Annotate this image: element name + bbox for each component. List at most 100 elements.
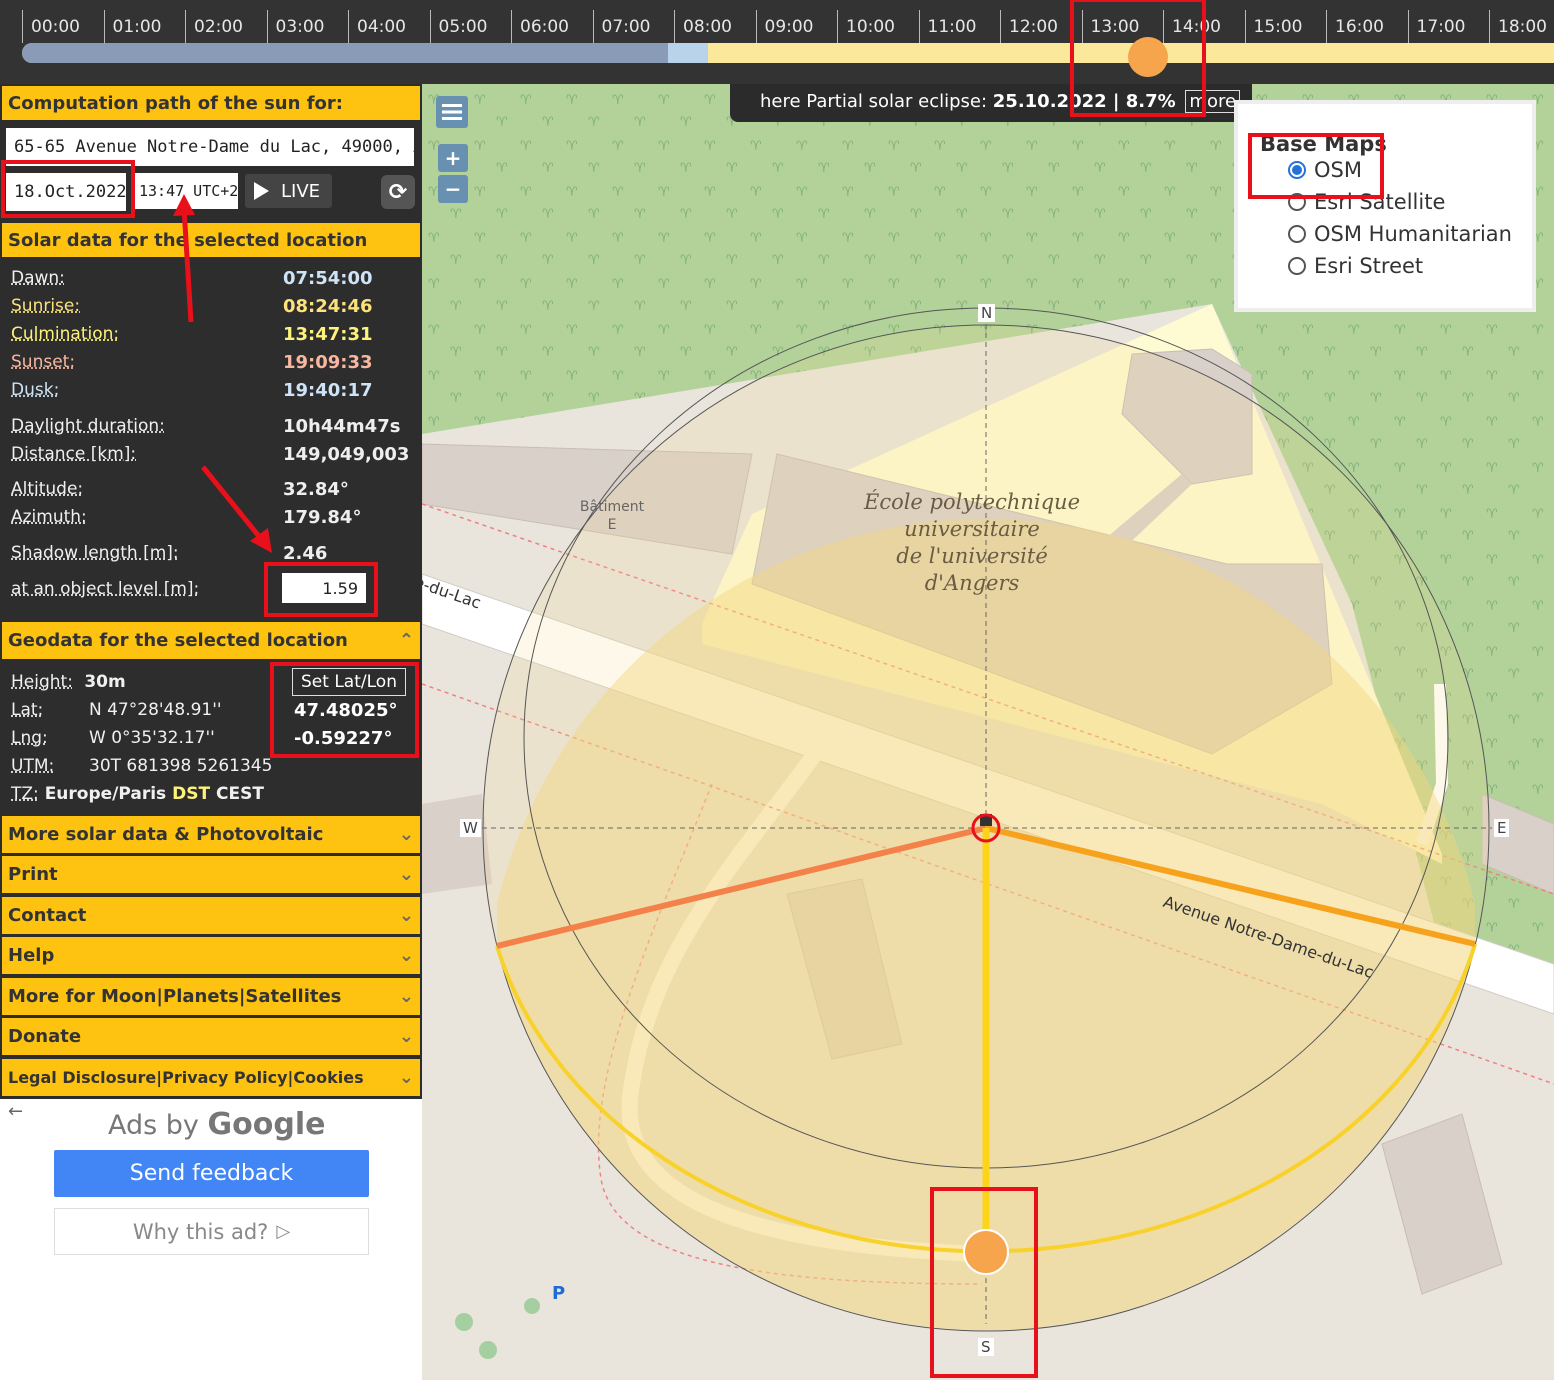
tz-zone: Europe/Paris <box>44 784 167 804</box>
refresh-button[interactable]: ⟳ <box>381 175 415 209</box>
highlight-box-basemaps <box>1248 133 1384 199</box>
chevron-up-icon[interactable]: ⌃ <box>399 631 414 650</box>
timeline-hour-1200[interactable]: 12:00 <box>1000 10 1058 43</box>
timeline-hour-1500[interactable]: 15:00 <box>1244 10 1303 43</box>
section-legal[interactable]: Legal Disclosure|Privacy Policy|Cookies ⌄ <box>2 1059 420 1096</box>
timeline-hour-1600[interactable]: 16:00 <box>1326 10 1384 43</box>
section-more-solar[interactable]: More solar data & Photovoltaic ⌄ <box>2 816 420 853</box>
highlight-box-sun <box>930 1187 1038 1378</box>
tree-icon <box>524 1298 540 1314</box>
section-help-label: Help <box>8 945 55 966</box>
timeline-hour-0600[interactable]: 06:00 <box>511 10 569 43</box>
menu-icon <box>442 104 462 120</box>
school-label: École polytechnique universitaire de l'u… <box>862 489 1082 597</box>
ads-by-label: Ads by <box>108 1110 199 1141</box>
timeline-hour-0000[interactable]: 00:00 <box>22 10 80 43</box>
compass-west: W <box>460 819 481 837</box>
section-donate[interactable]: Donate ⌄ <box>2 1018 420 1055</box>
altitude-label: Altitude: <box>11 479 84 499</box>
refresh-icon: ⟳ <box>388 179 408 205</box>
building-west <box>422 794 492 894</box>
zoom-out-button[interactable]: − <box>438 175 468 203</box>
dusk-label: Dusk: <box>11 380 60 400</box>
timeline-hour-0400[interactable]: 04:00 <box>348 10 406 43</box>
layers-menu-button[interactable] <box>436 96 468 128</box>
basemap-option-esri-street[interactable]: Esri Street <box>1288 254 1423 278</box>
computation-header: Computation path of the sun for: <box>2 86 420 120</box>
section-help[interactable]: Help ⌄ <box>2 937 420 974</box>
timeline-hour-0800[interactable]: 08:00 <box>674 10 732 43</box>
timeline-hour-1000[interactable]: 10:00 <box>837 10 895 43</box>
ads-panel: ← Ads by Google Send feedback Why this a… <box>0 1099 422 1380</box>
play-icon <box>254 182 269 200</box>
basemap-option-osm-humanitarian[interactable]: OSM Humanitarian <box>1288 222 1512 246</box>
basemap-option-label: OSM Humanitarian <box>1314 222 1512 246</box>
chevron-down-icon: ⌄ <box>398 823 414 845</box>
distance-label: Distance [km]: <box>11 444 137 464</box>
section-print[interactable]: Print ⌄ <box>2 856 420 893</box>
section-contact[interactable]: Contact ⌄ <box>2 897 420 934</box>
tree-icon <box>455 1313 473 1331</box>
dawn-value: 07:54:00 <box>283 268 373 289</box>
plus-icon: + <box>444 146 462 170</box>
sunset-value: 19:09:33 <box>283 352 373 373</box>
sunset-label: Sunset: <box>11 352 76 372</box>
building-e-label-line: Bâtiment <box>579 499 645 515</box>
eclipse-prefix: here Partial solar eclipse: <box>760 91 988 112</box>
basemap-option-label: Esri Street <box>1314 254 1424 278</box>
culmination-value: 13:47:31 <box>283 324 373 345</box>
sunrise-label: Sunrise: <box>11 296 81 316</box>
time-input[interactable]: 13:47 UTC+2 <box>134 173 238 209</box>
lng-label: Lng: <box>11 728 48 748</box>
solar-data-header: Solar data for the selected location <box>2 223 420 257</box>
zoom-in-button[interactable]: + <box>438 144 468 172</box>
building-e-label: Bâtiment E <box>572 498 652 534</box>
section-moon-planets[interactable]: More for Moon|Planets|Satellites ⌄ <box>2 978 420 1015</box>
tree-icon <box>479 1341 497 1359</box>
timeline-hour-1800[interactable]: 18:00 <box>1489 10 1547 43</box>
school-label-line: de l'université <box>896 544 1048 568</box>
play-outline-icon: ▷ <box>276 1221 291 1242</box>
timeline-hour-0300[interactable]: 03:00 <box>266 10 325 43</box>
highlight-box-timeline <box>1070 0 1206 117</box>
radio-icon[interactable] <box>1288 257 1306 275</box>
timeline-bar[interactable]: 00:00 01:00 02:00 03:00 04:00 05:00 06:00 07:00… <box>0 0 1554 117</box>
section-moon-planets-label: More for Moon|Planets|Satellites <box>8 986 342 1007</box>
section-legal-label: Legal Disclosure|Privacy Policy|Cookies <box>8 1068 364 1087</box>
school-label-line: d'Angers <box>924 571 1020 595</box>
computation-header-label: Computation path of the sun for: <box>8 92 343 114</box>
send-feedback-button[interactable]: Send feedback <box>54 1150 369 1197</box>
timeline-hour-0900[interactable]: 09:00 <box>755 10 814 43</box>
utm-value: 30T 681398 5261345 <box>89 756 273 776</box>
distance-value: 149,049,003 <box>283 444 410 465</box>
ads-by-google: Ads by Google <box>108 1107 325 1142</box>
why-this-ad-label: Why this ad? <box>132 1219 269 1244</box>
timeline-hour-0100[interactable]: 01:00 <box>103 10 162 43</box>
geodata-header[interactable]: Geodata for the selected location ⌃ <box>2 622 420 659</box>
back-arrow-icon[interactable]: ← <box>8 1101 23 1122</box>
timeline-hour-0500[interactable]: 05:00 <box>429 10 488 43</box>
timeline-hour-1100[interactable]: 11:00 <box>918 10 977 43</box>
chevron-down-icon: ⌄ <box>398 1066 414 1088</box>
compass-north: N <box>978 304 996 322</box>
dusk-value: 19:40:17 <box>283 380 373 401</box>
live-button[interactable]: LIVE <box>245 174 332 208</box>
highlight-box-object-level <box>264 562 378 617</box>
live-button-label: LIVE <box>281 180 321 202</box>
solar-data-header-label: Solar data for the selected location <box>8 229 368 251</box>
section-donate-label: Donate <box>8 1026 82 1047</box>
chevron-down-icon: ⌄ <box>398 985 414 1007</box>
timeline-hour-0700[interactable]: 07:00 <box>592 10 651 43</box>
timeline-night-segment <box>22 43 668 63</box>
chevron-down-icon: ⌄ <box>398 904 414 926</box>
building-e-label-line: E <box>607 517 617 533</box>
timeline-hour-0200[interactable]: 02:00 <box>185 10 243 43</box>
why-this-ad-button[interactable]: Why this ad? ▷ <box>54 1208 369 1255</box>
tz-abbr: CEST <box>215 784 264 804</box>
map-view[interactable]: ♈ ♈ <box>422 84 1554 1380</box>
radio-icon[interactable] <box>1288 225 1306 243</box>
bicycle-parking-icon: P <box>552 1283 565 1304</box>
base-maps-panel: Base Maps OSM Esri Satellite OSM Humanit… <box>1234 100 1536 312</box>
lat-dms-value: N 47°28'48.91'' <box>89 700 222 720</box>
timeline-hour-1700[interactable]: 17:00 <box>1407 10 1466 43</box>
